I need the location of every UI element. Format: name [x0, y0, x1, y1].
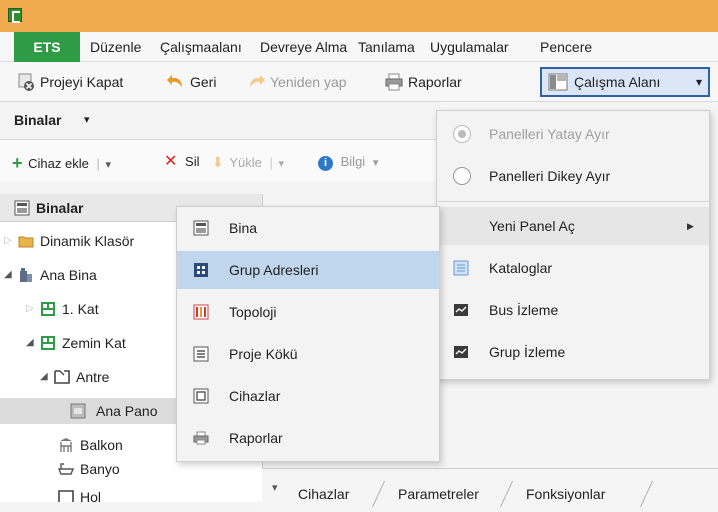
floor-icon [41, 336, 55, 350]
delete-x-icon: ✕ [164, 153, 178, 170]
upload-arrow-icon: ⬇ [212, 154, 224, 170]
chevron-down-icon[interactable]: ▾ [272, 481, 278, 494]
submenu-item-building[interactable]: Bina [177, 209, 439, 247]
pane-toolbar: + Cihaz ekle | ▾ ✕ Sil ⬇ Yükle | ▾ i Bil… [0, 140, 440, 182]
menu-apps[interactable]: Uygulamalar [430, 32, 509, 62]
tree-item-hall[interactable]: Hol [58, 484, 262, 502]
printer-icon [385, 73, 403, 91]
bath-icon [58, 463, 74, 475]
submenu-arrow-icon: ▶ [687, 221, 694, 231]
radio-icon [453, 125, 471, 143]
pane-title-chevron-icon[interactable]: ▾ [84, 113, 90, 126]
submenu-item-project-root[interactable]: Proje Kökü [177, 335, 439, 373]
expand-arrow-icon[interactable]: ▷ [26, 296, 34, 322]
new-panel-submenu: Bina Grup Adresleri Topoloji Proje Kökü … [176, 206, 440, 462]
redo-icon [250, 75, 265, 87]
menu-item-new-panel[interactable]: Yeni Panel Aç ▶ [437, 207, 709, 245]
upload-button[interactable]: ⬇ Yükle | ▾ [212, 152, 284, 172]
menu-item-catalogs[interactable]: Kataloglar [437, 249, 709, 287]
group-address-icon [194, 263, 208, 277]
tab-divider [371, 481, 386, 507]
separator: | [269, 155, 273, 170]
collapse-arrow-icon[interactable]: ◢ [40, 364, 48, 390]
main-toolbar: Projeyi Kapat Geri Yeniden yap Raporlar … [0, 62, 718, 102]
workspace-menu: Panelleri Yatay Ayır Panelleri Dikey Ayı… [436, 110, 710, 380]
building-grid-icon [14, 200, 30, 216]
balcony-icon [60, 438, 72, 452]
radio-icon [453, 167, 471, 185]
menu-workspace[interactable]: Çalışmaalanı [160, 32, 242, 62]
workspace-button[interactable]: Çalışma Alanı ▾ [540, 67, 710, 97]
room-icon [58, 490, 74, 502]
buildings-pane-header: Binalar ▾ [0, 102, 440, 140]
monitor-icon [454, 346, 468, 358]
menu-item-group-monitor[interactable]: Grup İzleme [437, 333, 709, 371]
chevron-down-icon: ▾ [372, 157, 379, 169]
folder-icon [18, 236, 34, 248]
tab-functions[interactable]: Fonksiyonlar [526, 481, 605, 507]
add-device-button[interactable]: + Cihaz ekle | ▾ [12, 152, 111, 173]
project-root-icon [193, 346, 209, 362]
menu-item-split-horizontal[interactable]: Panelleri Yatay Ayır [437, 115, 709, 153]
devices-icon [193, 388, 209, 404]
title-bar [0, 0, 718, 32]
menu-edit[interactable]: Düzenle [90, 32, 141, 62]
room-icon [54, 370, 70, 384]
menu-divider [437, 201, 709, 202]
menu-bar: ETS Düzenle Çalışmaalanı Devreye Alma Ta… [0, 32, 718, 62]
undo-icon [167, 75, 182, 87]
info-button[interactable]: i Bilgi ▾ [318, 152, 378, 172]
submenu-item-topology[interactable]: Topoloji [177, 293, 439, 331]
expand-arrow-icon[interactable]: ▷ [4, 228, 12, 254]
detail-tabs: ▾ Cihazlar Parametreler Fonksiyonlar [262, 468, 718, 512]
close-project-button[interactable]: Projeyi Kapat [16, 68, 156, 96]
printer-icon [193, 431, 209, 445]
building-icon [20, 268, 32, 282]
monitor-icon [454, 304, 468, 316]
ets-app-icon [8, 8, 22, 23]
submenu-item-devices[interactable]: Cihazlar [177, 377, 439, 415]
collapse-arrow-icon[interactable]: ◢ [4, 262, 12, 288]
menu-item-split-vertical[interactable]: Panelleri Dikey Ayır [437, 157, 709, 195]
close-project-icon [18, 73, 34, 91]
building-grid-icon [193, 220, 209, 236]
floor-icon [41, 302, 55, 316]
back-button[interactable]: Geri [166, 68, 236, 96]
tab-divider [639, 481, 654, 507]
topology-icon [193, 304, 209, 320]
info-icon: i [318, 156, 333, 171]
menu-commissioning[interactable]: Devreye Alma [260, 32, 347, 62]
pane-title[interactable]: Binalar [14, 112, 61, 128]
menu-ets[interactable]: ETS [14, 32, 80, 62]
redo-button[interactable]: Yeniden yap [246, 68, 374, 96]
submenu-item-reports[interactable]: Raporlar [177, 419, 439, 457]
collapse-arrow-icon[interactable]: ◢ [26, 330, 34, 356]
menu-item-bus-monitor[interactable]: Bus İzleme [437, 291, 709, 329]
submenu-item-group-addresses[interactable]: Grup Adresleri [177, 251, 439, 289]
plus-icon: + [12, 153, 23, 173]
chevron-down-icon: ▾ [278, 158, 285, 170]
menu-window[interactable]: Pencere [540, 32, 592, 62]
panel-icon [70, 403, 86, 419]
menu-diagnostics[interactable]: Tanılama [358, 32, 415, 62]
tab-parameters[interactable]: Parametreler [398, 481, 479, 507]
chevron-down-icon: ▾ [696, 75, 703, 89]
delete-button[interactable]: ✕ Sil [164, 152, 199, 172]
workspace-layout-icon [548, 73, 568, 91]
separator: | [96, 156, 100, 171]
tab-devices[interactable]: Cihazlar [298, 481, 349, 507]
tab-divider [499, 481, 514, 507]
chevron-down-icon[interactable]: ▾ [105, 159, 111, 171]
catalog-icon [453, 260, 469, 276]
reports-button[interactable]: Raporlar [384, 68, 494, 96]
